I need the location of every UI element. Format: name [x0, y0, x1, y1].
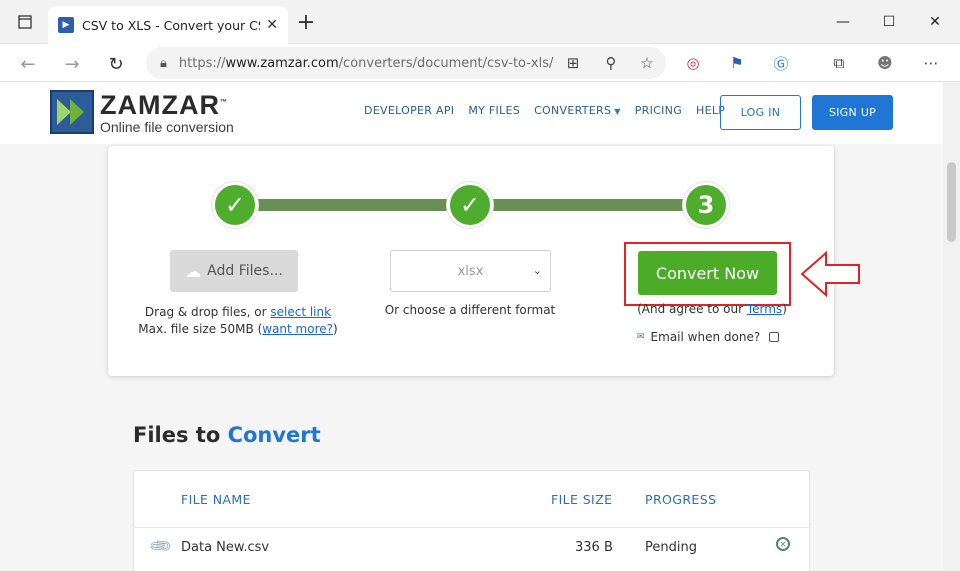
progress-cell: Pending	[645, 540, 697, 555]
max-size-text: Max. file size 50MB (	[138, 322, 263, 336]
collections-icon[interactable]: ⧉	[826, 50, 852, 76]
tab-title: CSV to XLS - Convert your CSV to	[82, 17, 260, 33]
page-content: ZAMZAR™ Online file conversion DEVELOPER…	[0, 82, 960, 571]
header-progress: PROGRESS	[645, 492, 717, 507]
site-header: ZAMZAR™ Online file conversion DEVELOPER…	[0, 82, 943, 144]
url-prefix: https://	[178, 55, 226, 71]
zamzar-favicon-icon: ▶	[58, 17, 74, 33]
nav-pricing[interactable]: PRICING	[635, 104, 682, 117]
add-files-button[interactable]: ☁ Add Files...	[170, 250, 298, 292]
drag-drop-text: Drag & drop files, or	[144, 305, 267, 319]
nav-developer-api[interactable]: DEVELOPER API	[364, 104, 454, 117]
address-bar: ← → ↻ 🔒︎ https://www.zamzar.com/converte…	[0, 44, 960, 82]
maximize-button[interactable]: ☐	[866, 0, 912, 44]
converter-card: ✓ ✓ 3 ☁ Add Files... Drag & drop files, …	[108, 146, 860, 376]
close-window-button[interactable]: ✕	[912, 0, 958, 44]
main-nav: DEVELOPER API MY FILES CONVERTERS ▼ PRICI…	[364, 104, 725, 117]
step-1-check-icon: ✓	[212, 182, 258, 228]
new-tab-button[interactable]: +	[292, 8, 320, 36]
format-select[interactable]: xlsx ⌄	[390, 250, 551, 292]
forward-arrow-icon[interactable]: →	[58, 50, 86, 78]
browser-tab[interactable]: ▶ CSV to XLS - Convert your CSV to ✕	[48, 6, 288, 44]
tab-close-icon[interactable]: ✕	[266, 17, 278, 33]
scrollbar-thumb[interactable]	[947, 162, 956, 242]
progress-line-1	[258, 199, 458, 211]
remove-file-icon[interactable]: ✕	[776, 537, 790, 551]
format-hint: Or choose a different format	[384, 303, 556, 317]
minimize-button[interactable]: —	[820, 0, 866, 44]
logo-arrows-icon	[50, 90, 94, 134]
logo-tm: ™	[219, 99, 228, 106]
agree-text: (And agree to our Terms)	[626, 301, 798, 318]
extension-blue-icon[interactable]: ⚑	[724, 50, 750, 76]
email-checkbox[interactable]	[769, 332, 780, 342]
header-file-name: FILE NAME	[181, 492, 251, 507]
header-divider	[134, 527, 809, 528]
page-scrollbar[interactable]	[943, 82, 960, 571]
file-name-cell: Data New.csv	[181, 540, 270, 555]
tab-actions-icon[interactable]	[2, 0, 48, 44]
login-button[interactable]: LOG IN	[720, 95, 801, 130]
files-title-plain: Files to	[133, 423, 221, 447]
browser-tab-strip: ▶ CSV to XLS - Convert your CSV to ✕ + —…	[0, 0, 960, 44]
terms-link[interactable]: Terms	[747, 302, 782, 316]
signup-button[interactable]: SIGN UP	[812, 95, 893, 130]
zoom-icon[interactable]: ⚲	[598, 50, 624, 76]
paperclip-icon: 📎︎	[147, 532, 174, 560]
chevron-down-icon: ⌄	[532, 264, 542, 277]
apps-grid-icon[interactable]: ⊞	[560, 50, 586, 76]
red-arrow-annotation	[800, 250, 860, 298]
logo-name: ZAMZAR	[100, 90, 220, 120]
favorite-star-icon[interactable]: ☆	[634, 50, 660, 76]
select-link[interactable]: select link	[270, 305, 331, 319]
logo-tagline: Online file conversion	[100, 119, 234, 135]
nav-converters-item[interactable]: CONVERTERS ▼	[534, 104, 621, 117]
step-3-badge: 3	[683, 182, 729, 228]
envelope-icon: ✉	[637, 332, 645, 342]
email-when-done-row: ✉ Email when done?	[637, 330, 780, 344]
zamzar-logo[interactable]: ZAMZAR™ Online file conversion	[50, 89, 234, 135]
max-size-close: )	[333, 322, 338, 336]
agree-close: )	[782, 302, 787, 316]
extension-red-icon[interactable]: ◎	[680, 50, 706, 76]
refresh-icon[interactable]: ↻	[102, 50, 130, 78]
header-file-size: FILE SIZE	[551, 492, 613, 507]
lock-icon: 🔒︎	[160, 55, 167, 71]
url-path: /converters/document/csv-to-xls/	[338, 55, 554, 71]
url-host: www.zamzar.com	[225, 55, 339, 71]
url-field[interactable]: 🔒︎ https://www.zamzar.com/converters/doc…	[146, 47, 666, 79]
file-size-cell: 336 B	[575, 540, 613, 555]
nav-my-files[interactable]: MY FILES	[468, 104, 520, 117]
caret-down-icon: ▼	[614, 107, 621, 116]
add-files-label: Add Files...	[207, 263, 283, 279]
nav-converters: CONVERTERS	[534, 104, 612, 117]
more-menu-icon[interactable]: ⋯	[918, 50, 944, 76]
convert-now-button[interactable]: Convert Now	[638, 251, 777, 295]
cloud-upload-icon: ☁	[185, 261, 202, 281]
grammarly-icon[interactable]: Ⓖ	[768, 50, 794, 76]
step-2-check-icon: ✓	[447, 182, 493, 228]
files-to-convert-title: Files to Convert	[133, 423, 321, 447]
files-table: FILE NAME FILE SIZE PROGRESS 📎︎ Data New…	[133, 470, 810, 571]
email-label: Email when done?	[650, 330, 761, 344]
profile-avatar-icon[interactable]: ☻	[872, 50, 898, 76]
upload-hint: Drag & drop files, or select link Max. f…	[128, 304, 348, 338]
agree-text-label: (And agree to our	[637, 302, 744, 316]
files-title-accent: Convert	[227, 423, 321, 447]
progress-line-2	[493, 199, 693, 211]
back-arrow-icon[interactable]: ←	[14, 50, 42, 78]
convert-highlight-box: Convert Now	[624, 242, 791, 306]
want-more-link[interactable]: want more?	[262, 322, 333, 336]
format-value: xlsx	[457, 263, 484, 279]
